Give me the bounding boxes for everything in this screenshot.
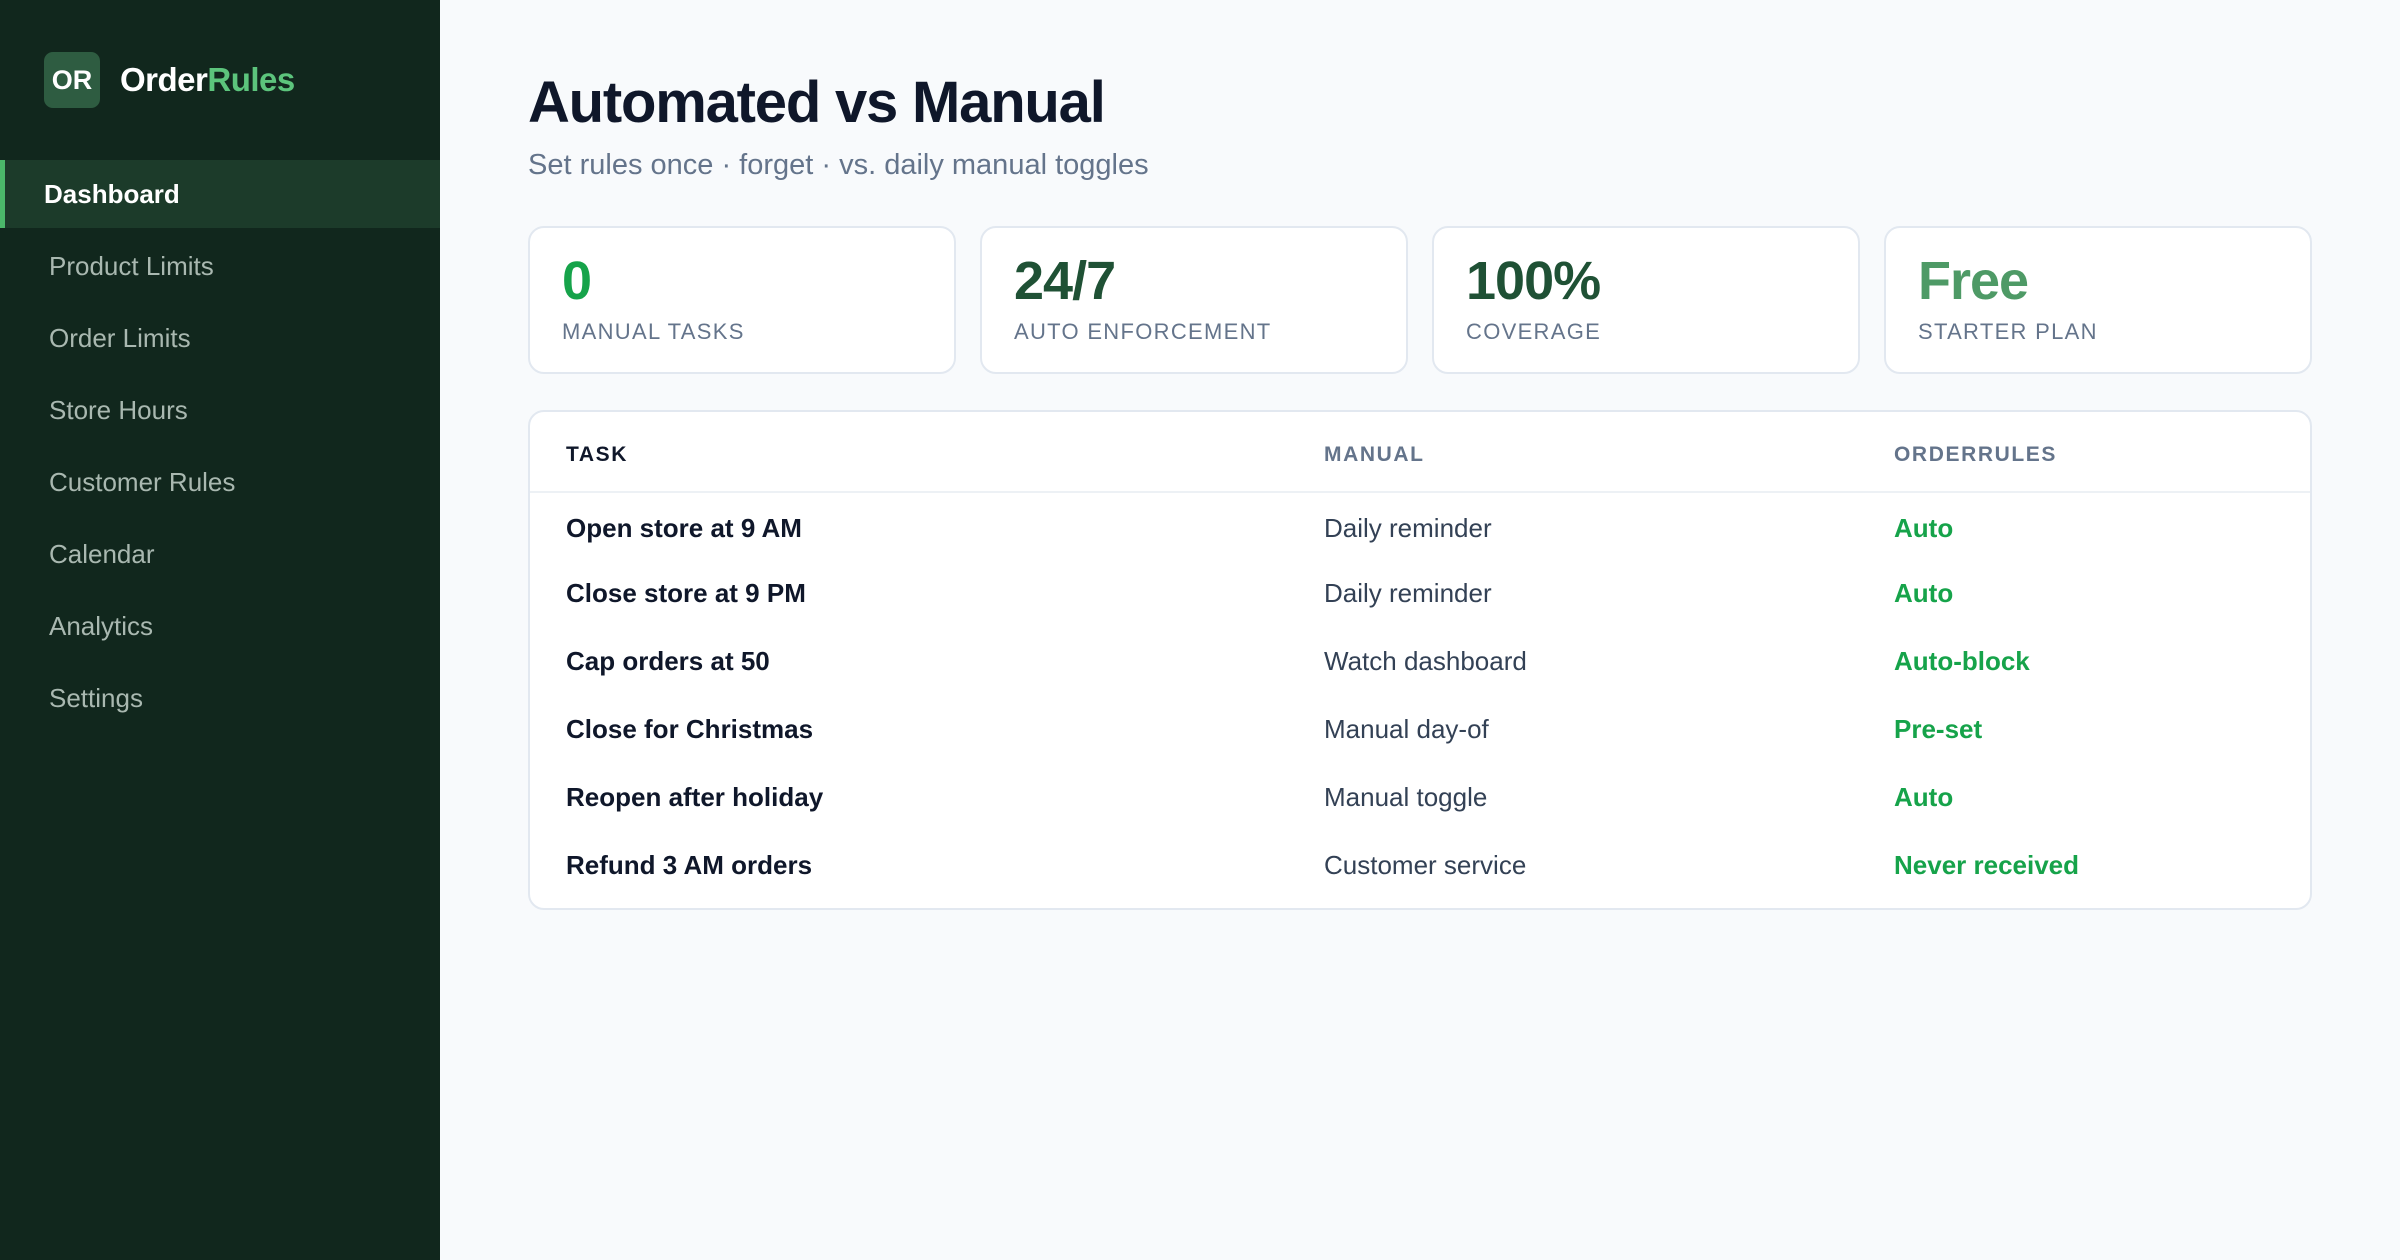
sidebar-item-settings[interactable]: Settings — [0, 664, 440, 732]
stat-card-manual-tasks: 0 MANUAL TASKS — [528, 225, 956, 374]
page-subtitle: Set rules once · forget · vs. daily manu… — [528, 148, 1149, 181]
brand-name: OrderRules — [120, 61, 295, 99]
table-row: Close for Christmas Manual day-of Pre-se… — [530, 696, 2310, 764]
table-row: Cap orders at 50 Watch dashboard Auto-bl… — [530, 628, 2310, 696]
stat-label: STARTER PLAN — [1918, 319, 2098, 345]
table-row: Reopen after holiday Manual toggle Auto — [530, 764, 2310, 832]
stat-card-coverage: 100% COVERAGE — [1432, 225, 1860, 374]
manual-cell: Manual toggle — [1324, 782, 1488, 813]
manual-cell: Daily reminder — [1324, 578, 1492, 609]
orderrules-cell: Pre-set — [1894, 714, 1983, 745]
stat-label: MANUAL TASKS — [562, 319, 745, 345]
column-header-manual: MANUAL — [1324, 411, 1894, 493]
stat-value: 24/7 — [1014, 250, 1116, 311]
sidebar-item-dashboard[interactable]: Dashboard — [0, 160, 440, 228]
orderrules-cell: Auto — [1894, 782, 1954, 813]
stat-value: 0 — [562, 250, 592, 311]
table-row: Open store at 9 AM Daily reminder Auto — [530, 492, 2310, 560]
stat-card-starter-plan: Free STARTER PLAN — [1884, 225, 2312, 374]
brand[interactable]: OR OrderRules — [0, 0, 440, 160]
orderrules-cell: Never received — [1894, 850, 2080, 881]
manual-cell: Watch dashboard — [1324, 646, 1527, 677]
sidebar-item-customer-rules[interactable]: Customer Rules — [0, 448, 440, 516]
table-row: Close store at 9 PM Daily reminder Auto — [530, 560, 2310, 628]
sidebar-item-calendar[interactable]: Calendar — [0, 520, 440, 588]
stat-card-auto-enforcement: 24/7 AUTO ENFORCEMENT — [980, 225, 1408, 374]
logo-badge: OR — [44, 52, 100, 108]
sidebar-nav: Dashboard Product Limits Order Limits St… — [0, 160, 440, 732]
stat-label: AUTO ENFORCEMENT — [1014, 319, 1272, 345]
task-cell: Cap orders at 50 — [566, 646, 770, 677]
manual-cell: Customer service — [1324, 850, 1527, 881]
orderrules-cell: Auto-block — [1894, 646, 2030, 677]
brand-name-part1: Order — [120, 61, 208, 98]
table-row: Refund 3 AM orders Customer service Neve… — [530, 832, 2310, 908]
sidebar-item-analytics[interactable]: Analytics — [0, 592, 440, 660]
brand-name-part2: Rules — [207, 61, 295, 98]
comparison-table: TASK MANUAL ORDERRULES Open store at 9 A… — [530, 411, 2310, 908]
task-cell: Reopen after holiday — [566, 782, 824, 813]
task-cell: Open store at 9 AM — [566, 512, 802, 543]
column-header-task: TASK — [530, 411, 1324, 493]
comparison-table-card: TASK MANUAL ORDERRULES Open store at 9 A… — [528, 409, 2312, 910]
page-title: Automated vs Manual — [528, 70, 1106, 135]
main-content: Automated vs Manual Set rules once · for… — [440, 0, 2400, 1260]
sidebar-item-product-limits[interactable]: Product Limits — [0, 232, 440, 300]
sidebar-item-store-hours[interactable]: Store Hours — [0, 376, 440, 444]
orderrules-cell: Auto — [1894, 512, 1954, 543]
task-cell: Refund 3 AM orders — [566, 850, 813, 881]
stats-row: 0 MANUAL TASKS 24/7 AUTO ENFORCEMENT 100… — [528, 225, 2312, 374]
task-cell: Close store at 9 PM — [566, 578, 806, 609]
sidebar: OR OrderRules Dashboard Product Limits O… — [0, 0, 440, 1260]
stat-value: 100% — [1466, 250, 1601, 311]
table-header-row: TASK MANUAL ORDERRULES — [530, 411, 2310, 493]
manual-cell: Manual day-of — [1324, 714, 1489, 745]
column-header-orderrules: ORDERRULES — [1894, 411, 2310, 493]
manual-cell: Daily reminder — [1324, 512, 1492, 543]
orderrules-cell: Auto — [1894, 578, 1954, 609]
task-cell: Close for Christmas — [566, 714, 814, 745]
sidebar-item-order-limits[interactable]: Order Limits — [0, 304, 440, 372]
stat-value: Free — [1918, 250, 2029, 311]
stat-label: COVERAGE — [1466, 319, 1602, 345]
